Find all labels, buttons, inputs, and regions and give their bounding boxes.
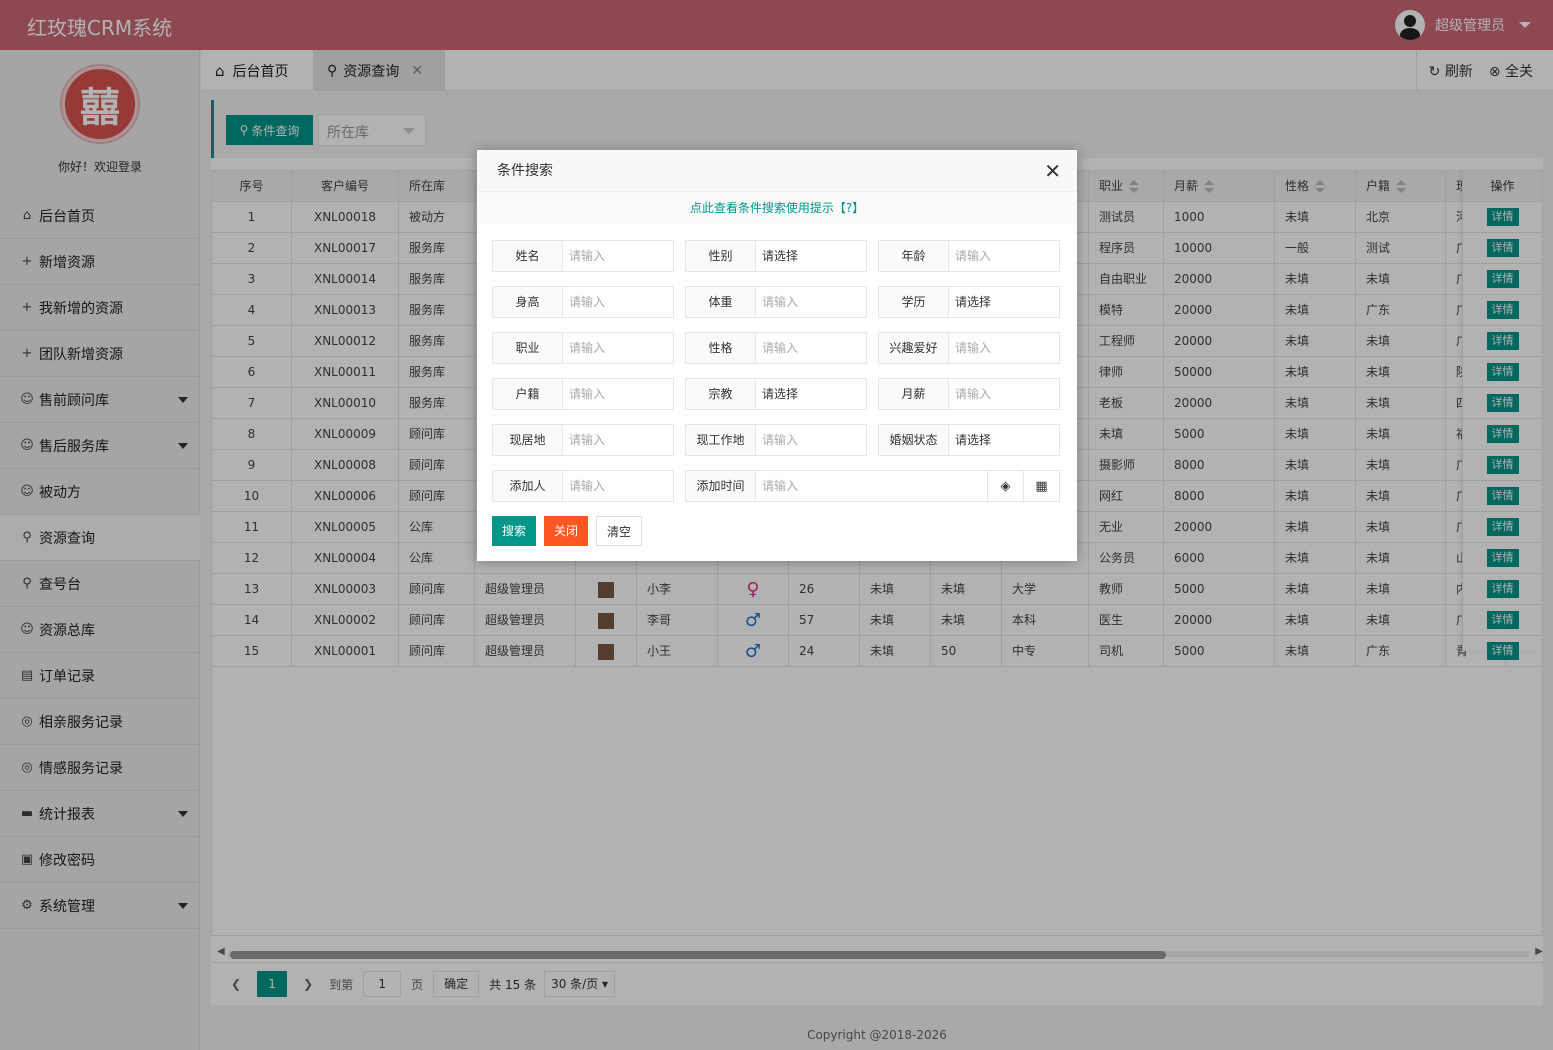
field-label: 户籍 <box>493 379 563 409</box>
form-field-15: 添加人 请输入 <box>492 470 674 502</box>
form-field-9: 户籍 请输入 <box>492 378 674 410</box>
field-input[interactable]: 请输入 <box>563 333 673 363</box>
form-field-7: 性格 请输入 <box>685 332 867 364</box>
form-field-10: 宗教 请选择 <box>685 378 867 410</box>
field-select[interactable]: 请选择 <box>756 241 866 271</box>
field-select[interactable]: 请选择 <box>949 425 1059 455</box>
field-label: 性别 <box>686 241 756 271</box>
dialog-buttons: 搜索 关闭 清空 <box>492 516 643 546</box>
field-label: 兴趣爱好 <box>879 333 949 363</box>
field-input[interactable]: 请输入 <box>949 379 1059 409</box>
close-button[interactable]: 关闭 <box>544 516 589 546</box>
field-input[interactable]: 请输入 <box>563 241 673 271</box>
field-input[interactable]: 请输入 <box>563 287 673 317</box>
field-label: 现工作地 <box>686 425 756 455</box>
form-field-11: 月薪 请输入 <box>878 378 1060 410</box>
field-label: 姓名 <box>493 241 563 271</box>
field-input[interactable]: 请输入 <box>563 425 673 455</box>
field-label: 婚姻状态 <box>879 425 949 455</box>
field-input[interactable]: 请输入 <box>949 333 1059 363</box>
field-input[interactable]: 请输入 <box>949 241 1059 271</box>
field-input[interactable]: 请输入 <box>756 471 987 501</box>
field-label: 年龄 <box>879 241 949 271</box>
field-label: 身高 <box>493 287 563 317</box>
form-field-0: 姓名 请输入 <box>492 240 674 272</box>
form-field-8: 兴趣爱好 请输入 <box>878 332 1060 364</box>
field-input[interactable]: 请输入 <box>756 425 866 455</box>
form-field-4: 体重 请输入 <box>685 286 867 318</box>
field-input[interactable]: 请输入 <box>756 333 866 363</box>
field-input[interactable]: 请输入 <box>563 471 673 501</box>
search-dialog: 条件搜索 ✕ 点此查看条件搜索使用提示【?】 姓名 请输入 性别 请选择 年龄 请输入 身高… <box>477 150 1077 561</box>
field-label: 月薪 <box>879 379 949 409</box>
search-hint-link[interactable]: 点此查看条件搜索使用提示【?】 <box>477 192 1077 224</box>
form-field-3: 身高 请输入 <box>492 286 674 318</box>
calendar-icon[interactable]: ▦ <box>1023 471 1059 501</box>
form-field-1: 性别 请选择 <box>685 240 867 272</box>
field-label: 添加时间 <box>686 471 756 501</box>
field-label: 性格 <box>686 333 756 363</box>
field-input[interactable]: 请输入 <box>563 379 673 409</box>
dialog-title: 条件搜索 <box>497 163 553 179</box>
field-label: 现居地 <box>493 425 563 455</box>
field-label: 添加人 <box>493 471 563 501</box>
form-field-13: 现工作地 请输入 <box>685 424 867 456</box>
field-label: 学历 <box>879 287 949 317</box>
field-label: 体重 <box>686 287 756 317</box>
clear-button[interactable]: 清空 <box>596 516 643 546</box>
dialog-title-bar: 条件搜索 ✕ <box>477 150 1077 192</box>
field-input[interactable]: 请输入 <box>756 287 866 317</box>
form-field-14: 婚姻状态 请选择 <box>878 424 1060 456</box>
field-label: 职业 <box>493 333 563 363</box>
form-field-2: 年龄 请输入 <box>878 240 1060 272</box>
form-field-5: 学历 请选择 <box>878 286 1060 318</box>
field-label: 宗教 <box>686 379 756 409</box>
form-field-16: 添加时间 请输入 ◈ ▦ <box>685 470 1060 502</box>
field-select[interactable]: 请选择 <box>949 287 1059 317</box>
close-icon[interactable]: ✕ <box>1044 150 1061 192</box>
layers-icon[interactable]: ◈ <box>987 471 1023 501</box>
field-select[interactable]: 请选择 <box>756 379 866 409</box>
form-field-6: 职业 请输入 <box>492 332 674 364</box>
form-field-12: 现居地 请输入 <box>492 424 674 456</box>
search-button[interactable]: 搜索 <box>492 516 537 546</box>
